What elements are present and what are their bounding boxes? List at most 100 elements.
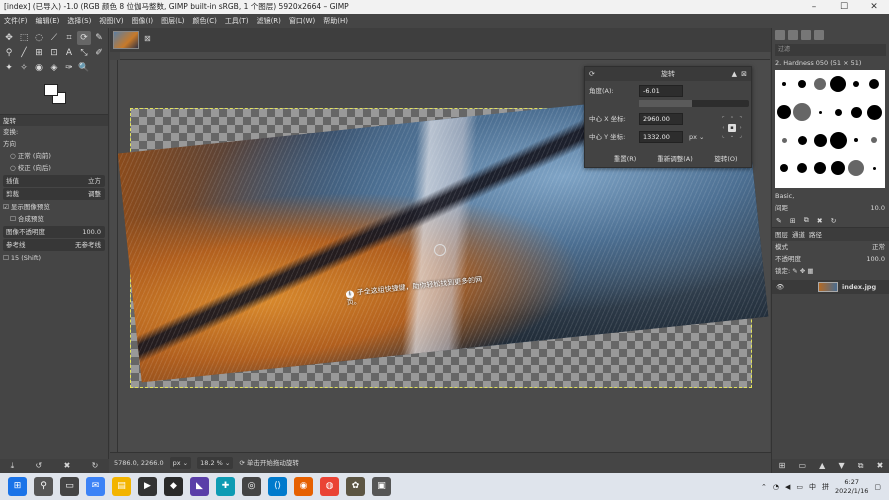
paintbrush-tool-icon[interactable]: ✐ [92, 46, 106, 60]
raise-layer-icon[interactable]: ▲ [819, 459, 825, 473]
restore-options-icon[interactable]: ↺ [36, 459, 43, 473]
ime-indicator[interactable]: 中 [809, 482, 816, 492]
brush-preview[interactable] [853, 81, 859, 87]
dialog-menu-icon[interactable]: ▲ [732, 67, 737, 81]
battery-icon[interactable]: ▭ [796, 483, 803, 491]
maximize-button[interactable]: ☐ [829, 0, 859, 14]
center-position-pad[interactable]: ⌜ ⌃ ⌝ ‹ ▪ › ⌞ ⌄ ⌟ [719, 115, 745, 141]
center-x-input[interactable]: 2960.00 [639, 113, 683, 125]
layer-mode-select[interactable]: 模式 正常 [772, 241, 889, 253]
move-tool-icon[interactable]: ✥ [2, 31, 16, 45]
gradients-tab-icon[interactable] [814, 30, 824, 40]
brush-preview[interactable] [797, 135, 807, 145]
direction-normal-radio[interactable]: ○ 正常 (向前) [0, 150, 108, 162]
duplicate-layer-icon[interactable]: ⧉ [858, 459, 864, 473]
center-y-input[interactable]: 1332.00 [639, 131, 683, 143]
reset-options-icon[interactable]: ↻ [92, 459, 99, 473]
delete-layer-icon[interactable]: ✖ [877, 459, 884, 473]
brush-preview[interactable] [777, 105, 791, 119]
foreground-color-swatch[interactable] [44, 84, 58, 96]
lock-alpha-icon[interactable]: ▦ [807, 267, 813, 275]
tab-layers[interactable]: 图层 [775, 228, 788, 241]
tab-channels[interactable]: 通道 [792, 228, 805, 241]
brush-preview[interactable] [871, 137, 877, 143]
menu-windows[interactable]: 窗口(W) [285, 14, 319, 28]
brush-preview[interactable] [848, 160, 864, 176]
clone-tool-icon[interactable]: ✧ [17, 61, 31, 75]
brush-preview[interactable] [781, 137, 787, 143]
measure-tool-icon[interactable]: ╱ [17, 46, 31, 60]
gradient-tool-icon[interactable]: ◈ [47, 61, 61, 75]
brush-preview[interactable] [797, 163, 807, 173]
fill-tool-icon[interactable]: ◉ [32, 61, 46, 75]
angle-slider[interactable] [639, 100, 749, 107]
search-icon[interactable]: ⚲ [34, 477, 53, 496]
clipping-select[interactable]: 剪裁 调整 [3, 188, 105, 200]
menu-edit[interactable]: 编辑(E) [32, 14, 64, 28]
brush-preview[interactable] [869, 79, 879, 89]
refresh-brushes-icon[interactable]: ↻ [831, 217, 837, 225]
brush-filter-input[interactable]: 过滤 [775, 44, 886, 56]
menu-tools[interactable]: 工具(T) [221, 14, 253, 28]
lock-position-icon[interactable]: ✥ [800, 267, 805, 275]
app3-icon[interactable]: ◎ [242, 477, 261, 496]
spacing-slider[interactable]: 间距 10.0 [772, 202, 889, 214]
unit-dropdown[interactable]: px ⌄ [169, 457, 192, 469]
brush-preview[interactable] [813, 133, 827, 147]
readjust-button[interactable]: 重新调整(A) [649, 153, 701, 165]
perspective-tool-icon[interactable]: ⊡ [47, 46, 61, 60]
new-group-icon[interactable]: ▭ [798, 459, 806, 473]
layer-row[interactable]: 👁 index.jpg [772, 280, 889, 294]
brush-preview[interactable] [831, 161, 845, 175]
fuzzy-select-tool-icon[interactable]: ⟋ [47, 31, 61, 45]
rect-select-tool-icon[interactable]: ⬚ [17, 31, 31, 45]
lasso-tool-icon[interactable]: ◌ [32, 31, 46, 45]
tray-expand-icon[interactable]: ⌃ [761, 483, 767, 491]
image-tab-thumbnail[interactable] [113, 31, 139, 49]
reset-button[interactable]: 重置(R) [603, 153, 647, 165]
close-button[interactable]: ✕ [859, 0, 889, 14]
vertical-ruler[interactable] [110, 60, 118, 452]
close-tab-icon[interactable]: ⊠ [144, 34, 151, 43]
duplicate-brush-icon[interactable]: ⧉ [804, 216, 809, 225]
scale-tool-icon[interactable]: ⤡ [77, 46, 91, 60]
heal-tool-icon[interactable]: ✦ [2, 61, 16, 75]
layer-visibility-icon[interactable]: 👁 [776, 280, 784, 294]
warp-tool-icon[interactable]: ⚲ [2, 46, 16, 60]
save-options-icon[interactable]: ⤓ [11, 459, 15, 473]
horizontal-ruler[interactable] [120, 52, 770, 60]
guides-select[interactable]: 参考线 无参考线 [3, 239, 105, 251]
brush-preview[interactable] [830, 76, 846, 92]
layer-opacity-slider[interactable]: 不透明度 100.0 [772, 253, 889, 265]
minimize-button[interactable]: – [799, 0, 829, 14]
menu-help[interactable]: 帮助(H) [319, 14, 352, 28]
brush-preview[interactable] [814, 162, 826, 174]
brushes-tab-icon[interactable] [775, 30, 785, 40]
menu-file[interactable]: 文件(F) [0, 14, 32, 28]
brush-preview[interactable] [814, 78, 826, 90]
dialog-close-icon[interactable]: ⊠ [741, 67, 747, 81]
lock-pixels-icon[interactable]: ✎ [792, 267, 797, 275]
cage-tool-icon[interactable]: ⊞ [32, 46, 46, 60]
app4-icon[interactable]: ▣ [372, 477, 391, 496]
rotate-button[interactable]: 旋转(O) [705, 153, 747, 165]
menu-image[interactable]: 图像(I) [128, 14, 158, 28]
ime-mode-indicator[interactable]: 拼 [822, 482, 829, 492]
menu-layer[interactable]: 图层(L) [157, 14, 188, 28]
chrome-icon[interactable]: ◍ [320, 477, 339, 496]
start-icon[interactable]: ⊞ [8, 477, 27, 496]
menu-filters[interactable]: 滤镜(R) [253, 14, 285, 28]
gimp-icon[interactable]: ✿ [346, 477, 365, 496]
brush-preview[interactable] [793, 103, 811, 121]
rotate-tool-icon[interactable]: ⟳ [77, 31, 91, 45]
app2-icon[interactable]: ✚ [216, 477, 235, 496]
mail-icon[interactable]: ✉ [86, 477, 105, 496]
crop-tool-icon[interactable]: ⌗ [62, 31, 76, 45]
preview-opacity-slider[interactable]: 图像不透明度 100.0 [3, 226, 105, 238]
zoom-dropdown[interactable]: 18.2 % ⌄ [197, 457, 234, 469]
show-preview-checkbox[interactable]: ☑ 显示图像预览 [0, 201, 108, 213]
delete-brush-icon[interactable]: ✖ [817, 217, 823, 225]
firefox-icon[interactable]: ◉ [294, 477, 313, 496]
rotation-center-handle[interactable] [434, 244, 446, 256]
brush-preview[interactable] [850, 106, 862, 118]
